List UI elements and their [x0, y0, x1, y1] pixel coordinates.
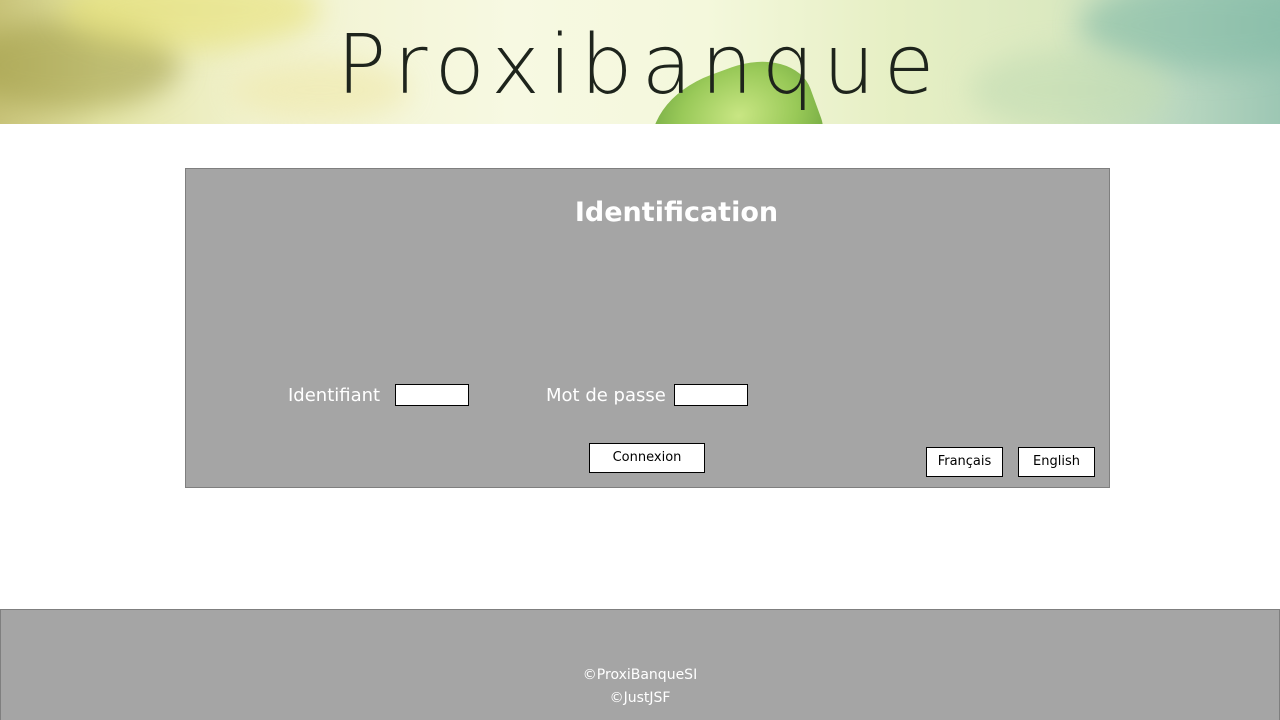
footer: ©ProxiBanqueSI ©JustJSF [0, 609, 1280, 720]
username-label: Identifiant [288, 385, 381, 406]
password-label: Mot de passe [546, 385, 666, 406]
username-input[interactable] [395, 384, 469, 406]
password-input[interactable] [674, 384, 748, 406]
language-french-button[interactable]: Français [926, 447, 1003, 477]
logo: Proxibanque [336, 18, 944, 113]
footer-copyright-framework: ©JustJSF [609, 690, 671, 706]
login-button[interactable]: Connexion [589, 443, 705, 473]
header-banner: Proxibanque [0, 0, 1280, 124]
login-title: Identification [574, 197, 779, 228]
login-panel: Identification Identifiant Mot de passe … [185, 168, 1110, 488]
footer-copyright-company: ©ProxiBanqueSI [582, 667, 698, 683]
language-english-button[interactable]: English [1018, 447, 1095, 477]
